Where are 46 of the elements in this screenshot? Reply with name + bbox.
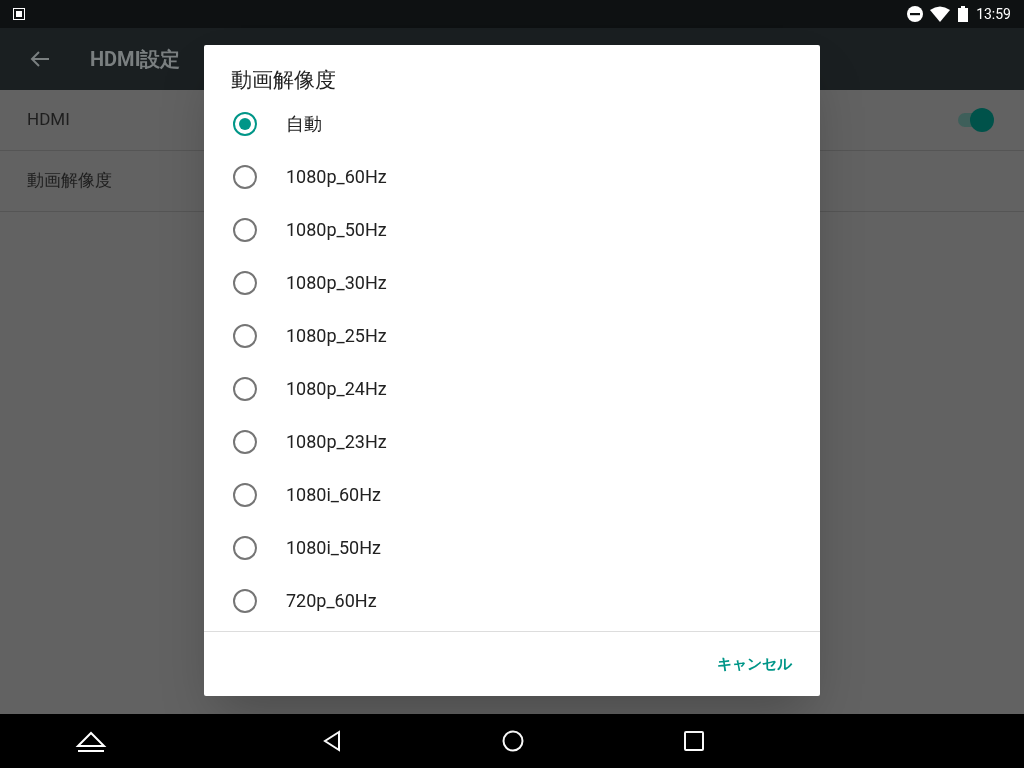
square-icon[interactable] xyxy=(684,731,704,751)
radio-option[interactable]: 720p_60Hz xyxy=(204,574,820,627)
dialog-title: 動画解像度 xyxy=(230,67,337,94)
do-not-disturb-icon xyxy=(906,5,925,23)
radio-option[interactable]: 1080p_25Hz xyxy=(204,309,820,362)
settings-label: 動画解像度 xyxy=(27,169,112,193)
battery-icon xyxy=(958,6,969,22)
app-bar-title: HDMI設定 xyxy=(90,46,181,73)
radio-option[interactable]: 自動 xyxy=(204,97,820,150)
radio-option[interactable]: 1080p_50Hz xyxy=(204,203,820,256)
radio-option[interactable]: 1080p_23Hz xyxy=(204,415,820,468)
option-label: 自動 xyxy=(286,112,322,136)
radio-button[interactable] xyxy=(233,111,257,136)
radio-button[interactable] xyxy=(233,429,257,454)
radio-button[interactable] xyxy=(233,482,257,507)
option-label: 1080p_60Hz xyxy=(286,165,387,189)
option-label: 1080i_60Hz xyxy=(286,483,381,507)
radio-button[interactable] xyxy=(233,270,257,295)
option-label: 1080p_25Hz xyxy=(286,324,387,348)
radio-option[interactable]: 1080p_30Hz xyxy=(204,256,820,309)
radio-option[interactable]: 1080i_50Hz xyxy=(204,521,820,574)
radio-option[interactable]: 1080p_24Hz xyxy=(204,362,820,415)
option-label: 1080p_30Hz xyxy=(286,271,387,295)
toggle-switch[interactable] xyxy=(956,108,994,132)
collapse-icon[interactable] xyxy=(75,729,107,753)
option-label: 1080p_24Hz xyxy=(286,377,387,401)
radio-button[interactable] xyxy=(233,323,257,348)
radio-button[interactable] xyxy=(233,588,257,613)
back-triangle-icon[interactable] xyxy=(322,730,342,752)
status-time: 13:59 xyxy=(976,4,1011,24)
home-circle-icon[interactable] xyxy=(502,730,524,752)
radio-button[interactable] xyxy=(233,376,257,401)
cancel-button[interactable]: キャンセル xyxy=(709,644,800,684)
radio-button[interactable] xyxy=(233,535,257,560)
wifi-icon xyxy=(930,6,951,22)
back-arrow-icon xyxy=(30,50,50,68)
radio-option[interactable]: 1080i_60Hz xyxy=(204,468,820,521)
radio-option[interactable]: 1080p_60Hz xyxy=(204,150,820,203)
radio-button[interactable] xyxy=(233,217,257,242)
option-label: 720p_60Hz xyxy=(286,589,377,613)
option-label: 1080p_23Hz xyxy=(286,430,387,454)
option-label: 1080i_50Hz xyxy=(286,536,381,560)
radio-button[interactable] xyxy=(233,164,257,189)
settings-label: HDMI xyxy=(27,108,70,132)
hdmi-icon xyxy=(13,8,25,20)
option-label: 1080p_50Hz xyxy=(286,218,387,242)
